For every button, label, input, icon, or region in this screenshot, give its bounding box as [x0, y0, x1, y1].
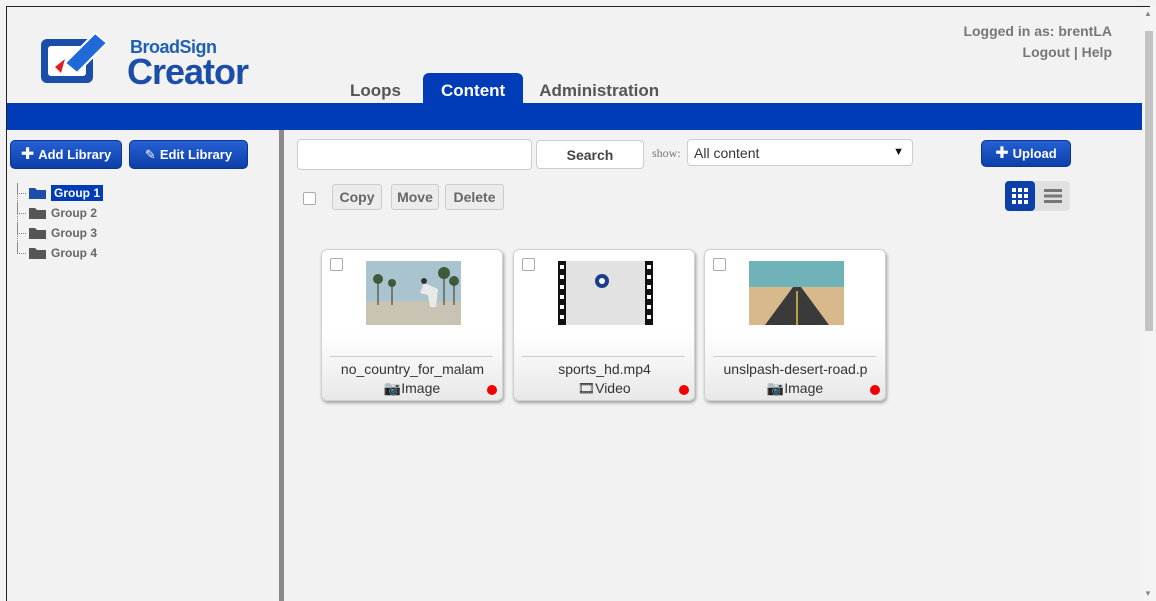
content-name: no_country_for_malam [340, 361, 485, 377]
main-tabs: Loops Content Administration [338, 73, 671, 107]
card-checkbox[interactable] [713, 258, 726, 271]
links-separator: | [1073, 44, 1078, 60]
show-filter-select[interactable]: All content ▼ [687, 139, 913, 166]
folder-icon [29, 248, 46, 259]
user-box: Logged in as: brentLA Logout | Help [963, 21, 1112, 63]
content-type-label: Image [784, 380, 824, 396]
app-frame: BroadSign Creator Loops Content Administ… [0, 0, 1156, 601]
user-links: Logout | Help [963, 42, 1112, 63]
card-divider [522, 356, 685, 357]
add-library-label: Add Library [38, 147, 112, 162]
content-type: 📷Image [322, 380, 502, 397]
status-dot [679, 385, 689, 395]
pencil-icon: ✎ [144, 147, 156, 162]
search-input[interactable] [297, 139, 532, 170]
tree-item-label: Group 3 [51, 226, 98, 240]
library-sidebar: ✚ Add Library ✎ Edit Library Group 1 Gro… [7, 130, 279, 601]
film-icon: 🎞 [577, 380, 596, 396]
tree-branch [17, 183, 26, 194]
folder-icon [29, 228, 46, 239]
scroll-down-icon[interactable]: ▼ [1144, 589, 1152, 598]
content-name: sports_hd.mp4 [558, 361, 651, 377]
folder-icon [29, 208, 46, 219]
tree-item-group-3[interactable]: Group 3 [17, 223, 103, 243]
edit-library-label: Edit Library [159, 147, 233, 162]
content-card[interactable]: no_country_for_malam 📷Image [321, 249, 503, 401]
tree-branch [17, 223, 26, 234]
camera-icon: 📷 [766, 380, 785, 396]
upload-label: Upload [1012, 146, 1057, 161]
card-checkbox[interactable] [330, 258, 343, 271]
status-dot [870, 385, 880, 395]
search-button[interactable]: Search [536, 140, 644, 169]
tree-item-group-2[interactable]: Group 2 [17, 203, 103, 223]
add-library-button[interactable]: ✚ Add Library [10, 140, 122, 169]
tab-administration[interactable]: Administration [527, 73, 671, 107]
content-panel: Search show: All content ▼ ✚ Upload Copy… [284, 130, 1142, 601]
card-divider [330, 356, 493, 357]
folder-open-icon [29, 188, 46, 199]
tree-item-label: Group 1 [51, 185, 104, 201]
brand-big-text: Creator [127, 51, 249, 92]
tree-branch [17, 203, 26, 214]
status-dot [487, 385, 497, 395]
content-type-label: Video [595, 380, 631, 396]
header-blue-bar [7, 103, 1142, 130]
page-scrollbar[interactable]: ▲ ▼ [1142, 7, 1156, 601]
logout-link[interactable]: Logout [1023, 44, 1070, 60]
view-toggle [1005, 181, 1070, 211]
content-type-label: Image [401, 380, 441, 396]
tree-item-label: Group 2 [51, 206, 98, 220]
grid-icon [1012, 188, 1028, 204]
select-all-checkbox[interactable] [303, 192, 316, 205]
plus-icon: ✚ [995, 145, 1009, 162]
card-divider [713, 356, 876, 357]
camera-icon: 📷 [383, 380, 402, 396]
list-view-button[interactable] [1038, 181, 1068, 211]
copy-button[interactable]: Copy [332, 184, 382, 210]
logged-in-label: Logged in as: brentLA [963, 23, 1112, 39]
grid-view-button[interactable] [1005, 181, 1035, 211]
show-label: show: [652, 146, 681, 160]
upload-button[interactable]: ✚ Upload [981, 140, 1071, 167]
thumbnail-image [749, 261, 844, 325]
move-button[interactable]: Move [391, 184, 439, 210]
thumbnail-image [366, 261, 461, 325]
dropdown-arrow-icon: ▼ [893, 146, 904, 158]
content-type: 📷Image [705, 380, 885, 397]
group-tree: Group 1 Group 2 Group 3 Group 4 [17, 183, 104, 263]
content-card[interactable]: sports_hd.mp4 🎞Video [513, 249, 695, 401]
logo-mark-icon [41, 31, 109, 83]
header: BroadSign Creator Loops Content Administ… [7, 7, 1142, 107]
tree-item-group-1[interactable]: Group 1 [17, 183, 104, 203]
card-checkbox[interactable] [522, 258, 535, 271]
content-name: unslpash-desert-road.p [723, 361, 868, 377]
show-filter-value: All content [694, 144, 760, 161]
tab-loops[interactable]: Loops [338, 73, 413, 107]
scroll-up-icon[interactable]: ▲ [1144, 9, 1152, 18]
content-type: 🎞Video [514, 380, 694, 397]
tab-content[interactable]: Content [423, 73, 524, 107]
tree-branch [17, 243, 26, 254]
content-card[interactable]: unslpash-desert-road.p 📷Image [704, 249, 886, 401]
thumbnail-image [558, 261, 653, 325]
plus-icon: ✚ [20, 146, 35, 163]
scrollbar-thumb[interactable] [1145, 31, 1153, 331]
help-link[interactable]: Help [1082, 44, 1112, 60]
broadsign-logo[interactable]: BroadSign Creator [37, 29, 257, 92]
edit-library-button[interactable]: ✎ Edit Library [129, 140, 248, 169]
tree-item-group-4[interactable]: Group 4 [17, 243, 103, 263]
tree-item-label: Group 4 [51, 246, 98, 260]
list-icon [1044, 189, 1062, 203]
delete-button[interactable]: Delete [445, 184, 504, 210]
